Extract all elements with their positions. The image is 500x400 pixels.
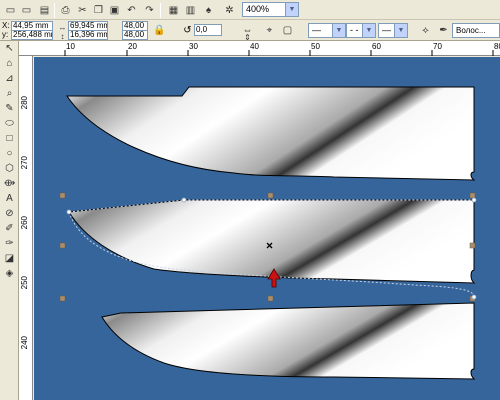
property-bar: X: 44,95 mm y: 256,488 mm ↔ ↕ 69,945 mm … (0, 20, 500, 42)
ruler-label: 20 (128, 42, 137, 51)
scale-y-field[interactable]: 48,00 (122, 30, 148, 40)
toolbar-separator (160, 3, 161, 18)
line-style-value: - - (350, 25, 359, 35)
outline-width-value: Волос... (456, 26, 486, 35)
selected-blade-shape[interactable] (68, 199, 476, 284)
ruler-label: 70 (433, 42, 442, 51)
end-arrow-value: — (382, 25, 391, 35)
convert-to-curves-icon[interactable]: ⟡ (418, 23, 433, 37)
wrap-paragraph-icon[interactable]: ▢ (280, 23, 295, 37)
outline-tool-icon[interactable]: ✑ (2, 236, 17, 251)
cut-icon[interactable]: ✂ (75, 3, 90, 17)
ruler-label: 30 (189, 42, 198, 51)
rectangle-tool-icon[interactable]: □ (2, 131, 17, 146)
blade-shape[interactable] (101, 302, 476, 380)
ellipse-tool-icon[interactable]: ○ (2, 146, 17, 161)
print-icon[interactable]: ⎙ (58, 3, 73, 17)
basic-shapes-tool-icon[interactable]: ⟴ (2, 176, 17, 191)
redo-icon[interactable]: ↷ (142, 3, 157, 17)
standard-toolbar: ▭ ▭ ▤ ⎙ ✂ ❐ ▣ ↶ ↷ ▦ ▥ ♠ ✲ 400% ▼ (0, 0, 500, 20)
y-position-field[interactable]: 256,488 mm (11, 30, 53, 40)
ruler-label: 270 (20, 156, 29, 170)
save-icon[interactable]: ▤ (37, 3, 52, 17)
zoom-levels-dropdown[interactable]: 400% ▼ (242, 2, 299, 17)
fill-tool-icon[interactable]: ◪ (2, 251, 17, 266)
new-document-icon[interactable]: ▭ (3, 3, 18, 17)
polygon-tool-icon[interactable]: ⬡ (2, 161, 17, 176)
undo-icon[interactable]: ↶ (124, 3, 139, 17)
interactive-fill-tool-icon[interactable]: ◈ (2, 266, 17, 281)
smart-fill-tool-icon[interactable]: ⬭ (2, 116, 17, 131)
chevron-down-icon: ▼ (332, 24, 345, 37)
ruler-label: 260 (20, 216, 29, 230)
rotation-angle-field[interactable]: 0,0 (194, 24, 222, 36)
ruler-label: 80 (494, 42, 500, 51)
ruler-label: 240 (20, 336, 29, 350)
ruler-label: 10 (66, 42, 75, 51)
text-tool-icon[interactable]: A (2, 191, 17, 206)
open-icon[interactable]: ▭ (19, 3, 34, 17)
interactive-blend-tool-icon[interactable]: ⊘ (2, 206, 17, 221)
eyedropper-tool-icon[interactable]: ✐ (2, 221, 17, 236)
import-icon[interactable]: ▦ (166, 3, 181, 17)
freehand-tool-icon[interactable]: ✎ (2, 101, 17, 116)
application-launcher-icon[interactable]: ♠ (201, 3, 216, 17)
line-style-dropdown[interactable]: - - ▼ (346, 23, 376, 38)
outline-style-dropdown[interactable]: — ▼ (308, 23, 346, 38)
vertical-ruler[interactable]: 280 270 260 250 240 (19, 56, 33, 400)
zoom-tool-icon[interactable]: ⌕ (2, 86, 17, 101)
zoom-value: 400% (246, 4, 270, 14)
pick-tool-icon[interactable]: ↖ (2, 41, 17, 56)
export-icon[interactable]: ▥ (183, 3, 198, 17)
ruler-label: 60 (372, 42, 381, 51)
end-arrow-dropdown[interactable]: — ▼ (378, 23, 408, 38)
height-field[interactable]: 16,396 mm (68, 30, 108, 40)
drawing-canvas[interactable] (34, 57, 500, 400)
shape-tool-icon[interactable]: ⌂ (2, 56, 17, 71)
outline-pen-icon[interactable]: ✒ (436, 23, 451, 37)
ruler-label: 280 (20, 96, 29, 110)
ruler-label: 250 (20, 276, 29, 290)
copy-icon[interactable]: ❐ (91, 3, 106, 17)
canvas-drawing (59, 86, 477, 380)
paste-icon[interactable]: ▣ (107, 3, 122, 17)
lock-ratio-icon[interactable]: 🔒 (152, 23, 167, 37)
chevron-down-icon: ▼ (394, 24, 407, 37)
chevron-down-icon: ▼ (362, 24, 375, 37)
outline-width-dropdown[interactable]: Волос... (452, 23, 500, 38)
toolbox: ↖ ⌂ ⊿ ⌕ ✎ ⬭ □ ○ ⬡ ⟴ A ⊘ ✐ ✑ ◪ ◈ (0, 41, 19, 400)
chevron-down-icon: ▼ (285, 3, 298, 16)
y-label: y: (2, 30, 9, 39)
outline-style-value: — (312, 25, 321, 35)
node-edit-icon[interactable]: ⌖ (262, 23, 277, 37)
ruler-label: 50 (311, 42, 320, 51)
horizontal-ruler[interactable]: 10 20 30 40 50 60 70 80 (19, 41, 500, 56)
blade-shape[interactable] (66, 86, 476, 181)
crop-tool-icon[interactable]: ⊿ (2, 71, 17, 86)
ruler-ticks (64, 50, 494, 56)
corel-online-icon[interactable]: ✲ (222, 3, 237, 17)
toolbar-separator (54, 3, 55, 18)
ruler-label: 40 (250, 42, 259, 51)
rotate-icon: ↺ (183, 24, 192, 36)
